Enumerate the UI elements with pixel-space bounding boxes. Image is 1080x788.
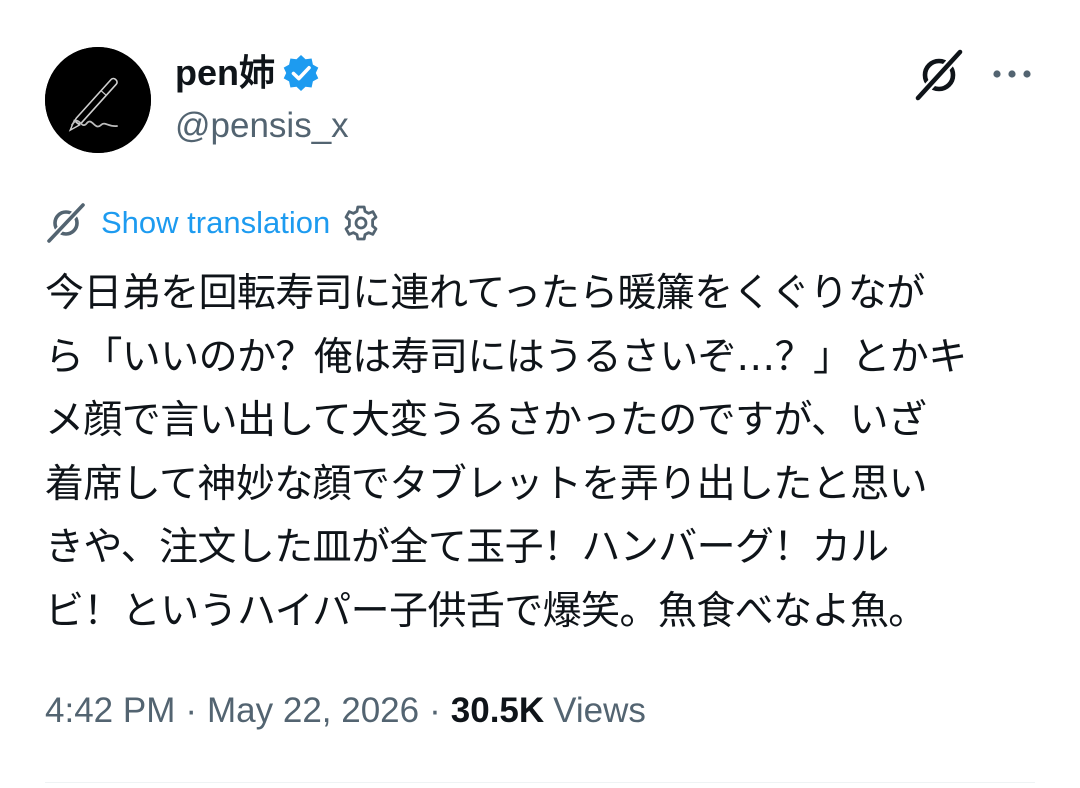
show-translation-link[interactable]: Show translation (101, 202, 330, 244)
display-name[interactable]: pen姉 (175, 50, 275, 96)
tweet-date[interactable]: May 22, 2026 (207, 691, 419, 731)
meta-separator: · (429, 691, 441, 730)
gear-icon[interactable] (342, 204, 380, 242)
tweet-text-line: メ顔で言い出して大変うるさかったのですが、いざ (45, 398, 927, 443)
verified-badge-icon[interactable] (281, 53, 321, 93)
display-name-row[interactable]: pen姉 (175, 50, 321, 96)
more-dots-icon[interactable] (990, 57, 1034, 91)
avatar[interactable] (45, 47, 151, 153)
translation-row: Show translation (45, 200, 380, 246)
tweet-text-line: ら「いいのか？俺は寿司にはうるさいぞ…？」とかキ (45, 334, 967, 380)
tweet-text: 今日弟を回転寿司に連れてったら暖簾をくぐりなが ら「いいのか？俺は寿司にはうるさ… (45, 262, 1045, 643)
pen-signature-icon (45, 47, 151, 153)
tweet-text-line: 今日弟を回転寿司に連れてったら暖簾をくぐりなが (45, 271, 925, 316)
tweet-text-line: 着席して神妙な顔でタブレットを弄り出したと思い (45, 461, 928, 507)
user-handle[interactable]: @pensis_x (175, 105, 349, 147)
divider (45, 782, 1035, 783)
tweet-meta: 4:42 PM · May 22, 2026 · 30.5K Views (45, 688, 646, 734)
tweet-time[interactable]: 4:42 PM (45, 691, 175, 731)
views-count: 30.5K (450, 691, 545, 730)
tweet-text-line: ビ！というハイパー子供舌で爆笑。魚食べなよ魚。 (45, 588, 927, 634)
grok-icon[interactable] (912, 48, 966, 102)
tweet-text-line: きや、注文した皿が全て玉子！ハンバーグ！カル (45, 525, 889, 570)
meta-separator: · (185, 691, 198, 730)
views-label: Views (553, 691, 646, 730)
grok-translate-icon[interactable] (45, 202, 87, 244)
